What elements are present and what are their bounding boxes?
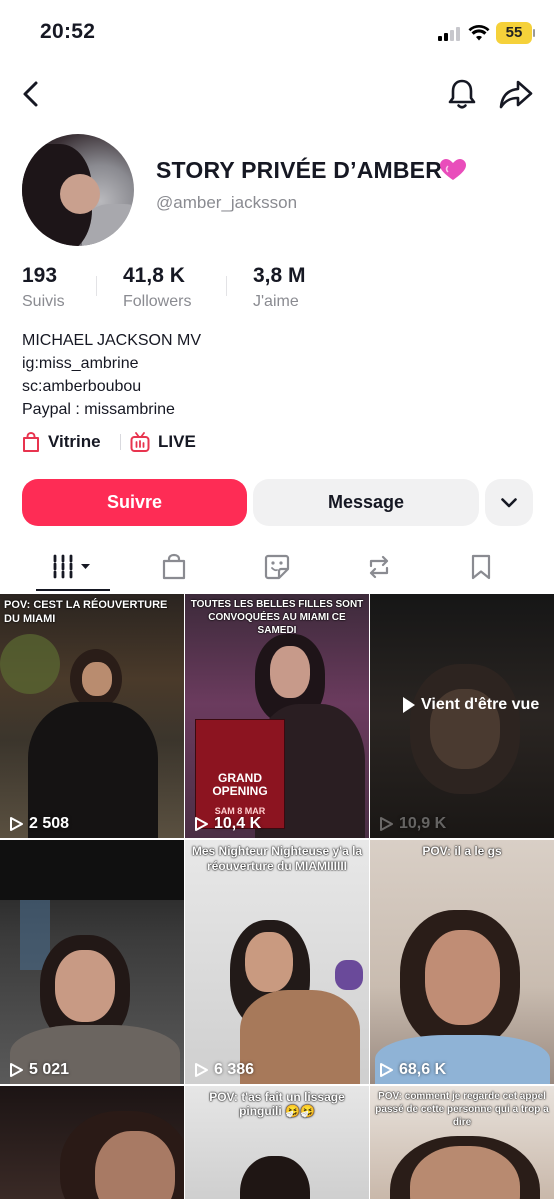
- bio-line: Paypal : missambrine: [22, 401, 175, 418]
- hearts-emoji-icon: [440, 159, 466, 180]
- tab-reposts[interactable]: [344, 540, 414, 594]
- shopping-bag-icon: [162, 553, 186, 580]
- bio-line: ig:miss_ambrine: [22, 355, 139, 372]
- stat-likes[interactable]: 3,8 M J'aime: [253, 264, 306, 311]
- play-icon: [380, 817, 393, 831]
- stat-likes-label: J'aime: [253, 293, 299, 310]
- live-tv-icon: [130, 431, 150, 452]
- view-count: 2 508: [8, 815, 69, 833]
- videos-grid-icon: [53, 554, 90, 580]
- bio-line: sc:amberboubou: [22, 378, 142, 395]
- view-count-value: 68,6 K: [399, 1061, 447, 1078]
- bell-icon[interactable]: [446, 77, 478, 111]
- video-caption: POV: t'as fait un lissage pinguili 🤧🤧: [209, 1090, 345, 1118]
- stat-followers-label: Followers: [123, 293, 192, 310]
- video-caption: POV: CEST LA RÉOUVERTURE DU MIAMI: [4, 599, 168, 625]
- wifi-icon: [468, 25, 490, 41]
- stat-followers-value: 41,8 K: [123, 264, 185, 287]
- view-count-value: 10,9 K: [399, 815, 447, 832]
- view-count: 10,9 K: [378, 815, 446, 833]
- profile-bio: MICHAEL JACKSON MV ig:miss_ambrine sc:am…: [22, 329, 201, 421]
- bio-line: MICHAEL JACKSON MV: [22, 332, 201, 349]
- video-tile[interactable]: POV: il a le gs 68,6 K: [370, 840, 554, 1084]
- recently-viewed-label: Vient d'être vue: [402, 694, 541, 716]
- status-bar: 20:52 55: [0, 0, 554, 64]
- link-divider: [120, 434, 121, 450]
- play-icon: [380, 1063, 393, 1077]
- shop-link-label: Vitrine: [48, 432, 101, 451]
- view-count-value: 5 021: [29, 1061, 70, 1078]
- stat-divider: [226, 276, 227, 296]
- video-tile[interactable]: Vient d'être vue 10,9 K: [370, 594, 554, 838]
- stat-likes-value: 3,8 M: [253, 264, 306, 287]
- stat-following[interactable]: 193 Suivis: [22, 264, 65, 311]
- play-icon: [10, 817, 23, 831]
- video-caption: TOUTES LES BELLES FILLES SONT CONVOQUÉES…: [190, 599, 364, 636]
- share-icon[interactable]: [498, 77, 534, 111]
- recently-viewed-text: Vient d'être vue: [421, 696, 540, 713]
- stat-divider: [96, 276, 97, 296]
- tab-shop[interactable]: [139, 540, 209, 594]
- video-caption: POV: comment je regarde cet appel passé …: [375, 1091, 549, 1128]
- video-tile[interactable]: GRAND OPENING SAM 8 MAR TOUTES LES BELLE…: [185, 594, 369, 838]
- back-icon[interactable]: [16, 78, 48, 110]
- video-grid: POV: CEST LA RÉOUVERTURE DU MIAMI 2 508 …: [0, 594, 554, 1199]
- chevron-down-icon: [501, 498, 517, 508]
- video-caption: POV: il a le gs: [422, 844, 502, 858]
- play-icon: [195, 1063, 208, 1077]
- play-icon: [403, 697, 415, 713]
- video-tile[interactable]: POV: comment je regarde cet appel passé …: [370, 1086, 554, 1199]
- battery-indicator: 55: [496, 22, 535, 44]
- video-tile[interactable]: Mes Nighteur Nighteuse y'a la réouvertur…: [185, 840, 369, 1084]
- live-link[interactable]: LIVE: [130, 430, 196, 454]
- stat-following-value: 193: [22, 264, 58, 287]
- bookmark-icon: [471, 554, 491, 580]
- shopping-bag-icon: [23, 431, 39, 452]
- follow-button[interactable]: Suivre: [22, 479, 247, 526]
- stat-following-label: Suivis: [22, 293, 65, 310]
- status-time: 20:52: [40, 20, 96, 43]
- video-tile[interactable]: POV: CEST LA RÉOUVERTURE DU MIAMI 2 508: [0, 594, 184, 838]
- live-link-label: LIVE: [158, 432, 196, 451]
- tab-stickers[interactable]: [242, 540, 312, 594]
- view-count-value: 2 508: [29, 815, 70, 832]
- message-button[interactable]: Message: [253, 479, 479, 526]
- profile-username: @amber_jacksson: [156, 193, 298, 212]
- active-tab-indicator: [36, 589, 110, 591]
- view-count: 68,6 K: [378, 1061, 446, 1079]
- avatar[interactable]: [22, 134, 134, 246]
- view-count-value: 6 386: [214, 1061, 255, 1078]
- sticker-icon: [264, 554, 290, 580]
- view-count: 6 386: [193, 1061, 254, 1079]
- shop-link[interactable]: Vitrine: [22, 430, 101, 454]
- video-caption: Mes Nighteur Nighteuse y'a la réouvertur…: [191, 844, 363, 873]
- more-suggestions-button[interactable]: [485, 479, 533, 526]
- video-tile[interactable]: 5 021: [0, 840, 184, 1084]
- signal-icon: [438, 26, 462, 41]
- profile-display-name: STORY PRIVÉE D’AMBER: [156, 157, 443, 183]
- event-poster-title: GRAND OPENING: [212, 771, 268, 798]
- play-icon: [10, 1063, 23, 1077]
- play-icon: [195, 817, 208, 831]
- video-tile[interactable]: POV: t'as fait un lissage pinguili 🤧🤧: [185, 1086, 369, 1199]
- stat-followers[interactable]: 41,8 K Followers: [123, 264, 191, 311]
- view-count: 5 021: [8, 1061, 69, 1079]
- video-tile[interactable]: [0, 1086, 184, 1199]
- tab-videos[interactable]: [38, 540, 108, 594]
- tab-saved[interactable]: [446, 540, 516, 594]
- repost-icon: [369, 555, 389, 579]
- view-count-value: 10,4 K: [214, 815, 262, 832]
- profile-tabs: [0, 540, 554, 594]
- view-count: 10,4 K: [193, 815, 261, 833]
